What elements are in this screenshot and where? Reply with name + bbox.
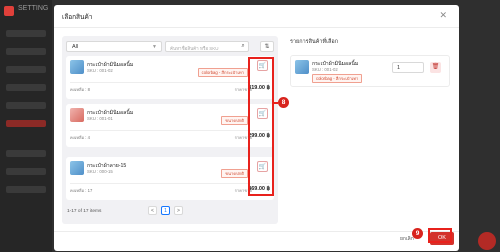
quantity-input[interactable]: 1 <box>392 62 424 73</box>
selected-items-title: รายการสินค้าที่เลือก <box>290 39 339 45</box>
product-sku: SKU : 001-01 <box>87 116 113 121</box>
product-thumbnail <box>70 60 84 74</box>
sidebar-item-active[interactable] <box>6 120 46 127</box>
sort-icon[interactable]: ⇅ <box>260 41 274 52</box>
modal-title: เลือกสินค้า <box>62 14 93 21</box>
stock-count: คงเหลือ : 8 <box>70 87 90 92</box>
variant-badge: colorbag - สีกระเป๋าเทา <box>197 68 248 77</box>
sidebar-item[interactable] <box>6 66 46 73</box>
sidebar-item[interactable] <box>6 168 46 175</box>
variant-badge: ขนาดปกติ <box>221 169 248 178</box>
step-9-callout: 9 <box>412 228 423 239</box>
product-card: กระเป๋าผ้าลาย-15 SKU : 000-15 ขนาดปกติ 🛒… <box>66 157 274 200</box>
category-select-value: All <box>72 44 79 50</box>
product-thumbnail <box>70 161 84 175</box>
product-browser: All ▼ ค้นหาชื่อสินค้า หรือ SKU ⌕ ⇅ กระเป… <box>62 36 278 224</box>
prev-page-button[interactable]: < <box>148 206 157 215</box>
highlight-box-step-9 <box>428 228 452 243</box>
card-divider <box>70 82 270 83</box>
stock-count: คงเหลือ : 4 <box>70 135 90 140</box>
close-icon[interactable]: ✕ <box>439 11 447 20</box>
header-divider <box>54 27 459 28</box>
step-8-callout: 8 <box>278 97 289 108</box>
card-divider <box>70 130 270 131</box>
sidebar-item[interactable] <box>6 150 46 157</box>
cancel-button[interactable]: ยกเลิก <box>400 235 414 243</box>
sidebar-item[interactable] <box>6 48 46 55</box>
next-page-button[interactable]: > <box>174 206 183 215</box>
chevron-down-icon: ▼ <box>152 44 157 50</box>
product-card: กระเป๋าผ้ามินิมอลนิ้ม SKU : 001-01 ขนาดป… <box>66 104 274 147</box>
variant-badge: ขนาดปกติ <box>221 116 248 125</box>
product-thumbnail <box>70 108 84 122</box>
sidebar-item[interactable] <box>6 102 46 109</box>
product-sku: SKU : 001-02 <box>87 68 113 73</box>
app-logo <box>4 6 14 16</box>
help-fab[interactable] <box>478 232 496 250</box>
search-icon[interactable]: ⌕ <box>238 42 248 51</box>
search-input[interactable]: ค้นหาชื่อสินค้า หรือ SKU <box>165 41 249 52</box>
selected-item-badge: colorbag - สีกระเป๋าเทา <box>312 74 363 83</box>
footer-divider <box>54 231 459 232</box>
trash-icon[interactable]: 🗑 <box>430 62 441 73</box>
app-title: SETTING <box>18 5 49 12</box>
pagination-summary: 1-17 of 17 items <box>67 209 102 214</box>
card-divider <box>70 183 270 184</box>
category-select[interactable]: All ▼ <box>66 41 162 52</box>
sidebar-item[interactable] <box>6 30 46 37</box>
product-sku: SKU : 000-15 <box>87 169 113 174</box>
selected-item-sku: SKU : 001-02 <box>312 67 338 72</box>
stock-count: คงเหลือ : 17 <box>70 188 93 193</box>
page-1-button[interactable]: 1 <box>161 206 170 215</box>
sidebar-item[interactable] <box>6 186 46 193</box>
highlight-box-step-8 <box>248 57 274 196</box>
app-sidebar: SETTING <box>0 0 52 252</box>
selected-item-card: กระเป๋าผ้ามินิมอลนิ้ม SKU : 001-02 color… <box>290 55 450 87</box>
sidebar-item[interactable] <box>6 84 46 91</box>
product-card: กระเป๋าผ้ามินิมอลนิ้ม SKU : 001-02 color… <box>66 56 274 99</box>
selected-item-thumbnail <box>295 60 309 74</box>
